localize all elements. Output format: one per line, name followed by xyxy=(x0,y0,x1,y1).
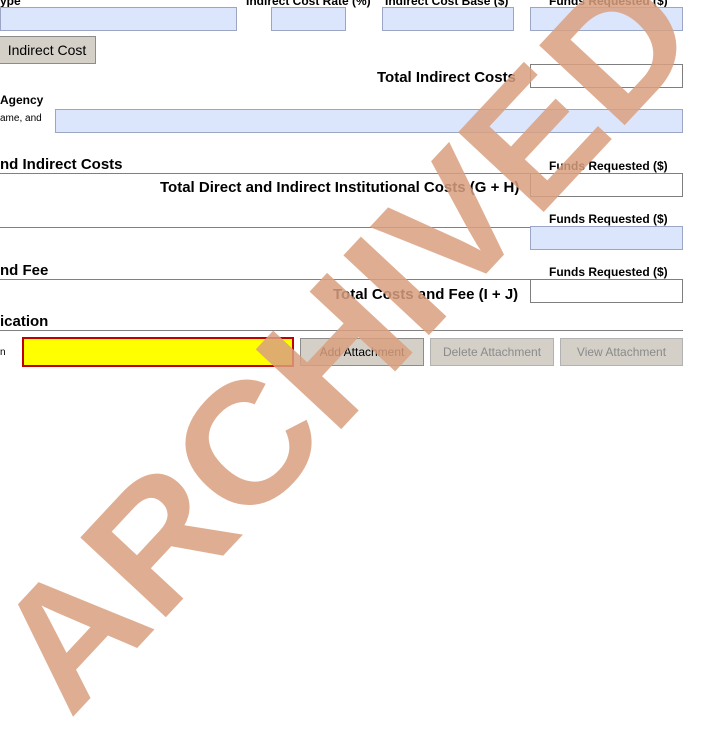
total-direct-indirect-field xyxy=(530,173,683,197)
direct-indirect-funds-header: Funds Requested ($) xyxy=(549,159,668,173)
section-divider xyxy=(0,279,530,280)
section-divider xyxy=(0,330,683,331)
justification-row-label: n xyxy=(0,347,6,358)
total-direct-indirect-label: Total Direct and Indirect Institutional … xyxy=(160,179,520,196)
cognizant-agency-sublabel: ame, and xyxy=(0,113,42,124)
indirect-cost-base-field[interactable] xyxy=(382,7,514,31)
total-costs-fee-funds-header: Funds Requested ($) xyxy=(549,265,668,279)
fee-funds-header: Funds Requested ($) xyxy=(549,212,668,226)
total-indirect-costs-label: Total Indirect Costs xyxy=(377,69,516,86)
cognizant-agency-field[interactable] xyxy=(55,109,683,133)
justification-section-title: ication xyxy=(0,313,49,330)
section-divider xyxy=(0,227,530,228)
delete-attachment-button[interactable]: Delete Attachment xyxy=(430,338,554,366)
total-indirect-costs-field xyxy=(530,64,683,88)
section-divider xyxy=(0,173,530,174)
cognizant-agency-label: Agency xyxy=(0,93,44,107)
justification-file-field[interactable] xyxy=(22,337,294,367)
direct-indirect-section-title: nd Indirect Costs xyxy=(0,156,123,173)
view-attachment-button[interactable]: View Attachment xyxy=(560,338,683,366)
total-costs-fee-label: Total Costs and Fee (I + J) xyxy=(333,286,519,303)
add-attachment-button[interactable]: Add Attachment xyxy=(300,338,424,366)
total-costs-fee-field xyxy=(530,279,683,303)
fee-field[interactable] xyxy=(530,226,683,250)
indirect-funds-requested-field[interactable] xyxy=(530,7,683,31)
add-indirect-cost-button[interactable]: Indirect Cost xyxy=(0,36,96,64)
indirect-cost-type-field[interactable] xyxy=(0,7,237,31)
total-costs-fee-section-title: nd Fee xyxy=(0,262,49,279)
indirect-cost-rate-field[interactable] xyxy=(271,7,346,31)
